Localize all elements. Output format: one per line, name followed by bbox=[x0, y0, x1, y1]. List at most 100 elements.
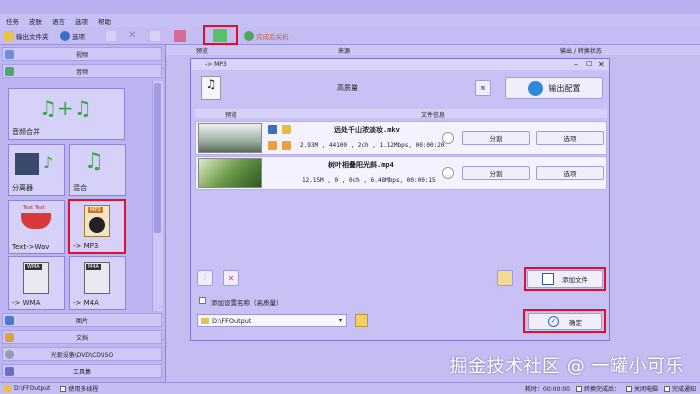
folder-icon[interactable] bbox=[282, 125, 291, 134]
tile-label: -> MP3 bbox=[73, 242, 99, 250]
status-output-path[interactable]: D:\FFOutput bbox=[14, 385, 50, 392]
output-folder-button[interactable]: 输出文件夹 bbox=[4, 29, 49, 43]
elapsed-time: 耗时：00:00:00 bbox=[525, 386, 570, 393]
shutdown-toggle[interactable]: 完成后关机 bbox=[244, 29, 289, 43]
tile-to-m4a[interactable]: M4A -> M4A bbox=[69, 256, 126, 310]
open-folder-icon[interactable] bbox=[497, 270, 513, 286]
dialog-title: -> MP3 bbox=[205, 61, 227, 68]
section-audio[interactable]: 音频 bbox=[2, 64, 162, 78]
mix-icon: ♫ bbox=[84, 149, 104, 174]
close-icon[interactable]: ✕ bbox=[128, 31, 138, 41]
shutdown-checkbox[interactable] bbox=[625, 385, 632, 392]
output-folder-label: 输出文件夹 bbox=[16, 33, 49, 41]
clear-icon[interactable] bbox=[150, 31, 160, 41]
dialog-close-icon[interactable]: ✕ bbox=[598, 60, 605, 69]
remove-icon[interactable] bbox=[106, 31, 116, 41]
section-document-label: 文档 bbox=[75, 334, 88, 342]
col-fileinfo: 文件信息 bbox=[421, 112, 446, 119]
col-preview: 预览 bbox=[196, 47, 209, 55]
minimize-icon[interactable]: – bbox=[574, 60, 578, 69]
multithread-checkbox[interactable] bbox=[60, 385, 67, 392]
start-button[interactable] bbox=[203, 25, 238, 45]
file-row[interactable]: 树叶相叠阳光斜.mp4 12.15M , 0 , 0ch , 6.48Mbps,… bbox=[195, 156, 607, 190]
sidebar-scroll-thumb[interactable] bbox=[154, 83, 161, 233]
output-config-button[interactable]: 输出配置 bbox=[505, 77, 603, 99]
toolbar: 输出文件夹 选项 ✕ 完成后关机 bbox=[0, 25, 700, 45]
add-file-label: 添加文件 bbox=[562, 276, 588, 284]
tile-text-to-wav[interactable]: Text Text Text->Wav bbox=[8, 200, 65, 254]
confirm-button[interactable]: ✓ 确定 bbox=[528, 313, 602, 330]
browse-folder-icon[interactable] bbox=[355, 314, 368, 327]
film-icon bbox=[15, 153, 39, 175]
arrow-up-icon[interactable] bbox=[268, 141, 277, 150]
video-thumbnail bbox=[198, 123, 262, 153]
add-file-button[interactable]: 添加文件 bbox=[527, 270, 603, 288]
split-button[interactable]: 分割 bbox=[462, 131, 530, 145]
menu-language[interactable]: 语言 bbox=[52, 16, 65, 26]
section-audio-label: 音频 bbox=[75, 68, 88, 76]
folder-icon bbox=[201, 318, 209, 324]
col-status: 输出 / 转换状态 bbox=[560, 47, 602, 55]
menu-task[interactable]: 任务 bbox=[6, 16, 19, 26]
after-convert-checkbox[interactable] bbox=[575, 385, 582, 392]
section-image[interactable]: 图片 bbox=[2, 313, 162, 327]
menu-help[interactable]: 帮助 bbox=[98, 16, 111, 26]
image-icon bbox=[5, 316, 14, 325]
section-document[interactable]: 文档 bbox=[2, 330, 162, 344]
section-rom-device[interactable]: 光驱设备\DVD\CD\ISO bbox=[2, 347, 162, 361]
file-row[interactable]: 远处千山浓淡妆.mkv 2.93M , 44100 , 2ch , 1.12Mb… bbox=[195, 121, 607, 155]
add-setting-checkbox[interactable] bbox=[199, 297, 206, 304]
file-options-label: 选项 bbox=[563, 135, 577, 143]
music-note-icon: ♪ bbox=[43, 153, 54, 172]
options-label: 选项 bbox=[72, 33, 85, 41]
power-icon bbox=[244, 31, 254, 41]
col-preview: 预览 bbox=[225, 112, 238, 119]
file-name: 远处千山浓淡妆.mkv bbox=[334, 126, 400, 134]
chevron-down-icon: ▾ bbox=[338, 317, 342, 324]
check-icon: ✓ bbox=[548, 316, 559, 327]
maximize-icon[interactable]: ☐ bbox=[586, 60, 592, 69]
confirm-highlight: ✓ 确定 bbox=[523, 309, 606, 333]
stop-icon[interactable] bbox=[174, 30, 186, 42]
document-icon bbox=[5, 333, 14, 342]
tile-to-wma[interactable]: WMA -> WMA bbox=[8, 256, 65, 310]
mouth-icon bbox=[21, 213, 51, 229]
menu-bar: 任务 皮肤 语言 选项 帮助 bbox=[0, 14, 700, 27]
play-icon bbox=[213, 29, 227, 42]
dialog-titlebar: -> MP3 bbox=[191, 59, 609, 70]
delete-file-icon[interactable]: ✕ bbox=[223, 270, 239, 286]
shutdown-label: 完成后关机 bbox=[256, 33, 289, 41]
clock-icon[interactable] bbox=[442, 132, 454, 144]
tile-mix[interactable]: ♫ 混合 bbox=[69, 144, 126, 196]
file-options-button[interactable]: 选项 bbox=[536, 166, 604, 180]
section-video[interactable]: 视频 bbox=[2, 47, 162, 61]
options-button[interactable]: 选项 bbox=[60, 29, 85, 43]
quality-label[interactable]: 高质量 bbox=[337, 83, 358, 93]
menu-skin[interactable]: 皮肤 bbox=[29, 16, 42, 26]
tools-icon bbox=[5, 367, 14, 376]
info-icon[interactable] bbox=[268, 125, 277, 134]
tile-label: 混合 bbox=[73, 184, 87, 192]
after-convert-label: 转换完成后： bbox=[583, 386, 620, 393]
split-button[interactable]: 分割 bbox=[462, 166, 530, 180]
section-tools[interactable]: 工具集 bbox=[2, 364, 162, 378]
arrow-down-icon[interactable] bbox=[282, 141, 291, 150]
layers-icon[interactable]: ≋ bbox=[475, 80, 491, 96]
shutdown-pc-label: 关闭电脑 bbox=[633, 386, 658, 393]
add-file-highlight: 添加文件 bbox=[524, 267, 606, 291]
file-options-button[interactable]: 选项 bbox=[536, 131, 604, 145]
split-label: 分割 bbox=[489, 170, 503, 178]
confirm-label: 确定 bbox=[569, 318, 582, 327]
file-info: 12.15M , 0 , 0ch , 6.48Mbps, 00:00:15 bbox=[302, 177, 436, 184]
waveform-icon[interactable]: ⫶ bbox=[197, 270, 213, 286]
menu-options[interactable]: 选项 bbox=[75, 16, 88, 26]
clock-icon[interactable] bbox=[442, 167, 454, 179]
notify-checkbox[interactable] bbox=[663, 385, 670, 392]
output-path-select[interactable]: D:\FFOutput ▾ bbox=[197, 314, 347, 327]
status-bar: D:\FFOutput 使用多线程 耗时：00:00:00 转换完成后： 关闭电… bbox=[0, 382, 700, 394]
tile-to-mp3[interactable]: MP3 -> MP3 bbox=[68, 199, 126, 254]
tile-audio-merge[interactable]: ♫+♫ 音频合并 bbox=[8, 88, 125, 140]
section-rom-label: 光驱设备\DVD\CD\ISO bbox=[50, 351, 114, 359]
tile-splitter[interactable]: ♪ 分离器 bbox=[8, 144, 65, 196]
merge-icon: ♫+♫ bbox=[39, 96, 92, 120]
